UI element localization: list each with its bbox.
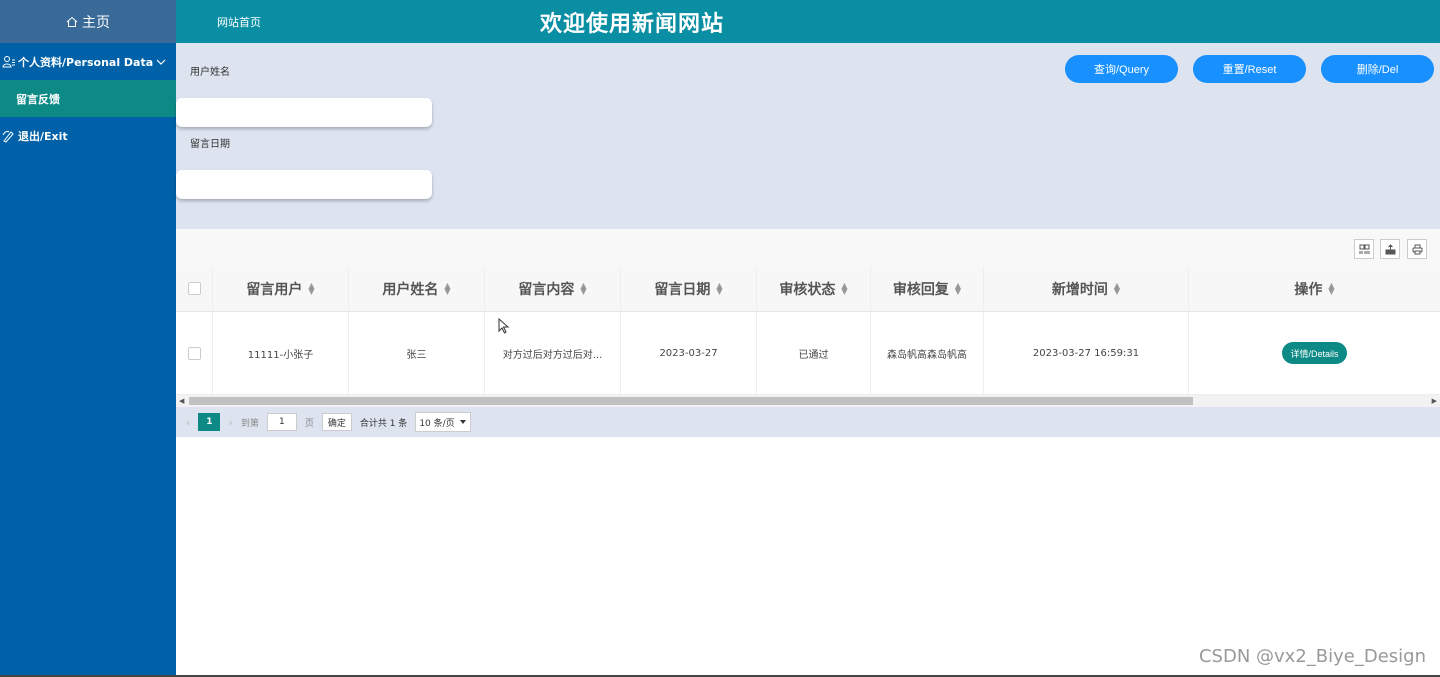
col-header[interactable]: 用户姓名 ▲ ▼ <box>349 266 485 311</box>
select-all-checkbox[interactable] <box>187 282 201 295</box>
sidebar-exit-label: 退出/Exit <box>18 129 68 143</box>
page-current[interactable]: 1 <box>198 413 221 431</box>
sidebar-home-label: 主页 <box>82 14 110 31</box>
goto-confirm-button[interactable]: 确定 <box>321 413 352 431</box>
sort-icon: ▲ ▼ <box>308 280 315 296</box>
scroll-right-icon[interactable]: ▶ <box>1432 397 1437 405</box>
export-button[interactable] <box>1380 239 1400 259</box>
name-input[interactable] <box>176 98 432 127</box>
cell-created: 2023-03-27 16:59:31 <box>984 312 1189 394</box>
site-home-link[interactable]: 网站首页 <box>217 14 261 30</box>
cell-status: 已通过 <box>757 312 871 394</box>
goto-label: 到第 <box>240 418 259 429</box>
col-header[interactable]: 留言用户 ▲ ▼ <box>213 266 349 311</box>
sidebar-item-label: 留言反馈 <box>16 92 60 106</box>
user-icon <box>2 55 15 67</box>
delete-button[interactable]: 删除/Del <box>1321 55 1434 83</box>
sidebar-group-personal-data[interactable]: 个人资料/Personal Data <box>0 43 176 80</box>
export-icon <box>1385 243 1395 254</box>
name-label: 用户姓名 <box>190 67 230 78</box>
page-unit-label: 页 <box>304 418 314 429</box>
columns-button[interactable] <box>1354 239 1374 259</box>
feedback-table: 留言用户 ▲ ▼ 用户姓名 ▲ ▼ 留言内容 ▲ ▼ 留言日期 ▲ ▼ 审核状态 ▲ ▼ 审核回复 ▲… <box>176 266 1440 395</box>
table-row: 11111-小张子 张三 对方过后对方过后对... 2023-03-27 已通过… <box>176 312 1440 395</box>
col-header[interactable]: 操作 ▲ ▼ <box>1189 266 1440 311</box>
print-button[interactable] <box>1407 239 1427 259</box>
col-header[interactable]: 留言内容 ▲ ▼ <box>485 266 621 311</box>
total-count: 合计共 1 条 <box>359 418 408 429</box>
page-size-value: 10 条/页 <box>419 418 455 429</box>
goto-page-input[interactable]: 1 <box>266 413 297 431</box>
sort-icon: ▲ ▼ <box>1113 280 1121 296</box>
search-panel: 用户姓名 留言日期 查询/Query 重置/Reset 删除/Del <box>176 43 1440 229</box>
prev-page-icon[interactable]: ‹ <box>186 416 190 429</box>
page-title: 欢迎使用新闻网站 <box>540 12 725 37</box>
print-icon <box>1412 244 1422 254</box>
sort-icon: ▲ ▼ <box>841 280 848 296</box>
date-label: 留言日期 <box>190 139 230 150</box>
cell-name: 张三 <box>349 312 485 394</box>
reset-button[interactable]: 重置/Reset <box>1193 55 1306 83</box>
chevron-down-icon <box>460 420 467 424</box>
sort-icon: ▲ ▼ <box>1328 280 1335 296</box>
top-header: 网站首页 欢迎使用新闻网站 <box>176 0 1440 43</box>
row-select-cell <box>176 312 213 394</box>
row-checkbox[interactable] <box>187 346 201 360</box>
sort-icon: ▲ ▼ <box>580 280 587 296</box>
table-toolbar <box>176 229 1440 266</box>
scrollbar-thumb[interactable] <box>189 397 1193 405</box>
exit-icon <box>2 130 14 143</box>
col-header[interactable]: 审核回复 ▲ ▼ <box>871 266 984 311</box>
scroll-left-icon[interactable]: ◀ <box>179 397 184 405</box>
sort-icon: ▲ ▼ <box>444 280 451 296</box>
pagination: ‹ 1 › 到第 1 页 确定 合计共 1 条 10 条/页 <box>176 407 1440 437</box>
home-icon <box>66 16 78 27</box>
sidebar-item-exit[interactable]: 退出/Exit <box>0 117 176 154</box>
sidebar-home[interactable]: 主页 <box>0 0 176 43</box>
query-button[interactable]: 查询/Query <box>1065 55 1178 83</box>
watermark: CSDN @vx2_Biye_Design <box>1198 646 1426 667</box>
table-header: 留言用户 ▲ ▼ 用户姓名 ▲ ▼ 留言内容 ▲ ▼ 留言日期 ▲ ▼ 审核状态 ▲ ▼ 审核回复 ▲… <box>176 266 1440 312</box>
horizontal-scrollbar[interactable]: ◀ ▶ <box>176 395 1440 407</box>
page-size-select[interactable]: 10 条/页 <box>415 412 472 432</box>
date-input[interactable] <box>176 170 432 199</box>
cell-date: 2023-03-27 <box>621 312 757 394</box>
sidebar-item-feedback[interactable]: 留言反馈 <box>0 80 176 117</box>
columns-icon <box>1359 244 1369 254</box>
col-header[interactable]: 审核状态 ▲ ▼ <box>757 266 871 311</box>
chevron-down-icon <box>156 59 166 65</box>
cell-user: 11111-小张子 <box>213 312 349 394</box>
select-all-cell <box>176 266 213 311</box>
details-button[interactable]: 详情/Details <box>1282 342 1347 364</box>
mouse-cursor-icon <box>498 318 510 334</box>
col-header[interactable]: 留言日期 ▲ ▼ <box>621 266 757 311</box>
sidebar-group-label: 个人资料/Personal Data <box>18 55 154 69</box>
sort-icon: ▲ ▼ <box>954 280 962 296</box>
cell-action: 详情/Details <box>1189 312 1440 394</box>
cell-reply: 森岛帆高森岛帆高 <box>871 312 984 394</box>
sort-icon: ▲ ▼ <box>716 280 723 296</box>
sidebar: 主页 个人资料/Personal Data 留言反馈 退出/Exit <box>0 0 176 675</box>
col-header[interactable]: 新增时间 ▲ ▼ <box>984 266 1189 311</box>
next-page-icon[interactable]: › <box>228 416 232 429</box>
